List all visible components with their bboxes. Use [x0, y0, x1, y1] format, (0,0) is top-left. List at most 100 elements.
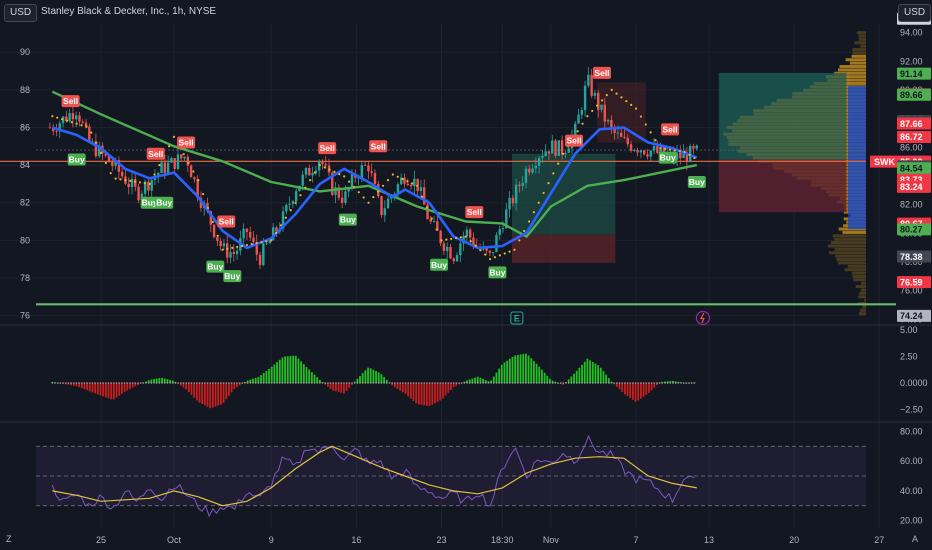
- histogram-bar: [308, 369, 311, 383]
- candle-body: [413, 178, 416, 187]
- histogram-bar: [284, 356, 287, 383]
- histogram-bar: [190, 383, 193, 395]
- buy-signal[interactable]: Buy: [658, 151, 677, 164]
- candle-body: [170, 158, 173, 163]
- trailing-stop-dot: [357, 191, 360, 194]
- histogram-bar: [640, 383, 642, 399]
- dividend-icon[interactable]: [695, 310, 711, 326]
- trailing-stop-dot: [386, 179, 390, 182]
- trailing-stop-dot: [581, 122, 584, 125]
- candle-body: [386, 198, 390, 209]
- buy-signal[interactable]: Buy: [687, 176, 706, 189]
- histogram-bar: [621, 383, 624, 392]
- trailing-stop-dot: [605, 94, 608, 97]
- candle-body: [363, 165, 367, 166]
- sell-signal[interactable]: Sell: [318, 142, 337, 155]
- profile-bar: [839, 65, 866, 68]
- buy-signal[interactable]: Buy: [67, 153, 86, 166]
- histogram-zero-dot: [254, 382, 257, 384]
- trailing-stop-dot: [518, 239, 521, 242]
- histogram-zero-dot: [645, 382, 647, 384]
- trailing-stop-dot: [396, 175, 399, 178]
- buy-signal[interactable]: Buy: [430, 258, 449, 271]
- histogram-zero-dot: [313, 382, 316, 384]
- profile-bar: [851, 271, 866, 275]
- buy-signal[interactable]: Buy: [488, 266, 507, 279]
- auto-scale-button[interactable]: A: [912, 534, 918, 544]
- histogram-bar: [396, 383, 399, 389]
- currency-button-left[interactable]: USD: [4, 4, 38, 22]
- sell-signal[interactable]: Sell: [592, 66, 611, 79]
- buy-signal[interactable]: Buy: [338, 213, 357, 226]
- sell-signal[interactable]: Sell: [369, 140, 388, 153]
- candle-body: [78, 115, 81, 122]
- histogram-zero-dot: [672, 382, 674, 384]
- histogram-bar: [412, 383, 415, 401]
- histogram-zero-dot: [632, 382, 634, 384]
- buy-signal[interactable]: Buy: [155, 196, 174, 209]
- sell-signal[interactable]: Sell: [661, 123, 680, 136]
- histogram-bar: [230, 383, 233, 393]
- histogram-zero-dot: [348, 382, 351, 384]
- histogram-bar: [508, 358, 511, 383]
- histogram-bar: [514, 355, 517, 383]
- trailing-stop-dot: [644, 123, 647, 126]
- trailing-stop-dot: [70, 121, 73, 124]
- histogram-zero-dot: [252, 382, 254, 384]
- histogram-zero-dot: [129, 382, 131, 384]
- histogram-zero-dot: [439, 382, 441, 384]
- earnings-icon-glyph: E: [514, 314, 520, 324]
- buy-signal[interactable]: Buy: [223, 270, 242, 283]
- trailing-stop-dot: [615, 92, 618, 95]
- trailing-stop-dot: [299, 194, 302, 197]
- trailing-stop-dot: [182, 153, 185, 156]
- histogram-zero-dot: [86, 382, 88, 384]
- histogram-bar: [434, 383, 436, 404]
- sell-signal[interactable]: Sell: [565, 134, 584, 147]
- histogram-zero-dot: [126, 382, 128, 384]
- sell-signal[interactable]: Sell: [217, 215, 236, 228]
- rsi-y-tick: 40.00: [900, 486, 923, 496]
- profile-bar: [852, 274, 866, 278]
- histogram-bar: [102, 383, 105, 397]
- candle-body: [652, 146, 656, 151]
- histogram-zero-dot: [487, 382, 490, 384]
- histogram-bar: [104, 383, 107, 398]
- price-tag-value: 91.14: [900, 69, 923, 79]
- histogram-bar: [86, 383, 89, 391]
- profile-bar: [828, 251, 866, 255]
- candle-body: [593, 92, 597, 96]
- histogram-zero-dot: [412, 382, 415, 384]
- histogram-zero-dot: [57, 382, 59, 384]
- histogram-bar: [581, 364, 583, 383]
- histogram-bar: [503, 362, 506, 383]
- histogram-zero-dot: [546, 382, 548, 384]
- candle-body: [176, 154, 180, 169]
- histogram-bar: [492, 376, 495, 383]
- sell-signal[interactable]: Sell: [61, 95, 80, 108]
- histogram-zero-dot: [190, 382, 193, 384]
- currency-button-right[interactable]: USD: [898, 4, 932, 22]
- histogram-bar: [423, 383, 426, 406]
- signal-label: Sell: [663, 124, 678, 134]
- sell-signal[interactable]: Sell: [465, 206, 484, 219]
- chart-canvas[interactable]: SellBuySellSellBuyBuySellBuyBuySellBuySe…: [0, 0, 932, 550]
- candle-body: [321, 161, 324, 165]
- buy-signal[interactable]: Buy: [206, 260, 225, 273]
- trailing-stop-dot: [347, 180, 351, 183]
- histogram-zero-dot: [67, 382, 70, 384]
- histogram-bar: [198, 383, 201, 403]
- sell-signal[interactable]: Sell: [177, 136, 196, 149]
- zoom-button-left[interactable]: Z: [6, 534, 12, 544]
- histogram-zero-dot: [594, 382, 597, 384]
- histogram-bar: [511, 356, 514, 383]
- histogram-zero-dot: [549, 382, 551, 384]
- histogram-zero-dot: [608, 382, 610, 384]
- sell-signal[interactable]: Sell: [146, 147, 165, 160]
- osc-y-tick: 2.50: [900, 352, 918, 362]
- price-tag-value: 86.72: [900, 132, 923, 142]
- trailing-stop-dot: [236, 245, 239, 249]
- earnings-icon[interactable]: E: [510, 311, 524, 325]
- candle-body: [186, 156, 190, 166]
- trailing-stop-dot: [99, 151, 103, 154]
